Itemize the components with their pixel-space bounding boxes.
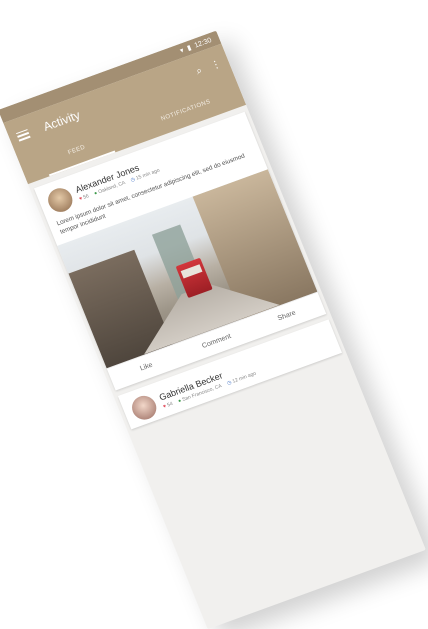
menu-icon[interactable] bbox=[15, 128, 31, 142]
likes-count: ♥ 54 bbox=[162, 400, 174, 410]
avatar[interactable] bbox=[44, 184, 77, 216]
battery-icon: ▮ bbox=[186, 44, 193, 53]
search-icon[interactable]: ⌕ bbox=[194, 65, 203, 77]
more-vert-icon[interactable]: ⋮ bbox=[209, 58, 223, 72]
signal-icon: ▾ bbox=[179, 47, 186, 55]
likes-count: ♥ 56 bbox=[78, 193, 90, 203]
phone-screen: ▾ ▮ 12:30 Activity ⌕ ⋮ FEED NOTIFICATION… bbox=[0, 30, 426, 629]
avatar[interactable] bbox=[128, 392, 160, 423]
